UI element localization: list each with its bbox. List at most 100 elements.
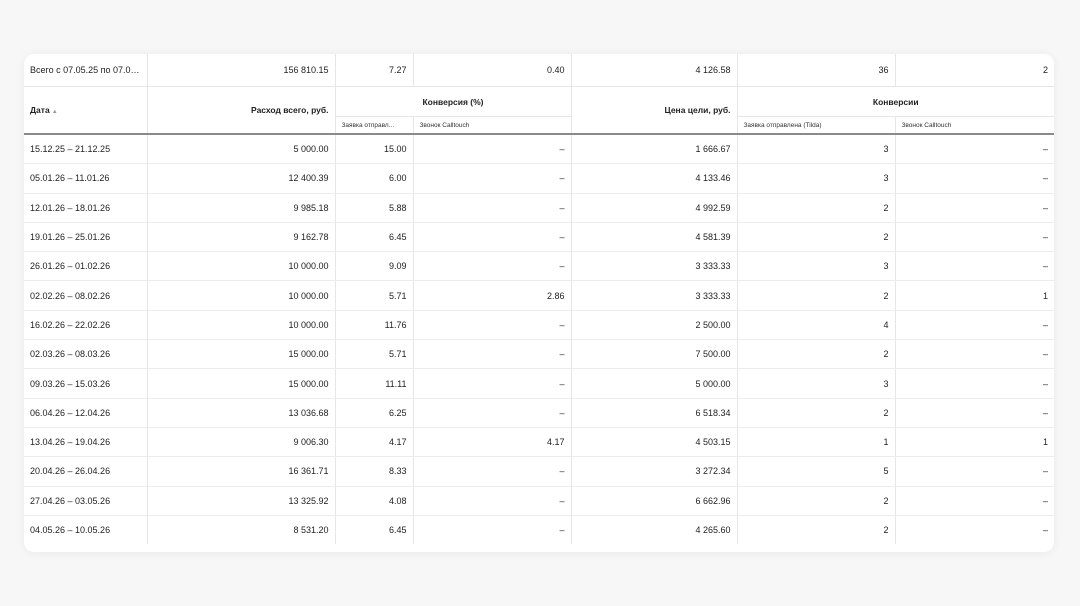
cell-conversions-call: – [894, 251, 1054, 282]
table-row[interactable]: 19.01.26 – 25.01.26 9 162.78 6.45–4 581.39… [24, 222, 1054, 253]
cell-conversions-call: – [894, 456, 1054, 487]
cell-spend: 10 000.00 [146, 251, 335, 282]
cell-goal-price: 4 133.46 [570, 163, 737, 194]
cell-conversions-form: 4 [736, 310, 895, 341]
report-table: Всего с 07.05.25 по 07.05.26 156 810.15 … [24, 54, 1054, 545]
cell-date: 06.04.26 – 12.04.26 [24, 398, 147, 428]
cell-conversions-call: – [894, 339, 1054, 370]
cell-conversion-call: – [412, 134, 571, 165]
cell-goal-price: 4 992.59 [570, 193, 737, 223]
cell-date: 16.02.26 – 22.02.26 [24, 310, 147, 341]
table-body: 15.12.25 – 21.12.25 5 000.00 15.00–1 666.6… [24, 134, 1054, 545]
cell-conversions-form: 3 [736, 251, 895, 282]
column-header-date[interactable]: Дата ▲ [24, 86, 147, 135]
cell-spend: 15 000.00 [146, 368, 335, 399]
cell-goal-price: 1 666.67 [570, 134, 737, 165]
table-row[interactable]: 26.01.26 – 01.02.26 10 000.00 9.09–3 333.3… [24, 251, 1054, 282]
cell-conversion-call: 2.86 [412, 280, 571, 311]
cell-goal-price: 3 272.34 [570, 456, 737, 487]
cell-date: 04.05.26 – 10.05.26 [30, 525, 111, 535]
cell-conversions-form: 2 [736, 486, 895, 516]
cell-conversion-form: 5.88 [334, 193, 413, 223]
table-row[interactable]: 06.04.26 – 12.04.26 13 036.68 6.25–6 518.3… [24, 398, 1054, 428]
cell-conversions-call: – [894, 310, 1054, 341]
cell-date: 26.01.26 – 01.02.26 [24, 251, 147, 282]
cell-goal-price: 3 333.33 [570, 280, 737, 311]
column-header-spend[interactable]: Расход всего, руб. [146, 86, 335, 135]
table-row[interactable]: 09.03.26 – 15.03.26 15 000.00 11.11–5 000.… [24, 368, 1054, 399]
cell-conversion-call: – [412, 163, 571, 194]
cell-conversion-call: – [412, 339, 571, 370]
cell-conversion-form: 11.11 [334, 368, 413, 399]
cell-conversions-form: 2 [736, 222, 895, 253]
cell-date: 05.01.26 – 11.01.26 [24, 163, 147, 194]
cell-conversions-call: 1 [894, 427, 1054, 458]
table-row[interactable]: 05.01.26 – 11.01.26 12 400.39 6.00–4 133.4… [24, 163, 1054, 194]
report-table-card: Всего с 07.05.25 по 07.05.26 156 810.15 … [24, 54, 1054, 552]
cell-conversion-form: 5.71 [334, 280, 413, 311]
cell-conversion-call: – [412, 515, 571, 545]
cell-conversions-form: 2 [736, 193, 895, 223]
totals-spend: 156 810.15 [146, 54, 335, 87]
subheader-conversions-form[interactable]: Заявка отправлена (Tilda) [736, 116, 895, 135]
cell-date: 19.01.26 – 25.01.26 [24, 222, 147, 253]
cell-conversion-call: – [412, 222, 571, 253]
cell-conversions-form: 2 [736, 339, 895, 370]
cell-spend: 10 000.00 [146, 280, 335, 311]
table-row[interactable]: 16.02.26 – 22.02.26 10 000.00 11.76–2 500.… [24, 310, 1054, 341]
cell-conversion-form: 9.09 [334, 251, 413, 282]
cell-date: 27.04.26 – 03.05.26 [24, 486, 147, 516]
cell-date: 12.01.26 – 18.01.26 [24, 193, 147, 223]
table-row[interactable]: 12.01.26 – 18.01.26 9 985.18 5.88 – 4 992.59… [24, 193, 1054, 223]
subheader-conversion-call[interactable]: Звонок Calltouch [412, 116, 571, 135]
cell-spend: 8 531.20 [146, 515, 335, 545]
subheader-conversion-form[interactable]: Заявка отправл... [334, 116, 413, 135]
cell-conversions-call: – [894, 515, 1054, 545]
sort-ascending-icon[interactable]: ▲ [52, 109, 58, 115]
cell-goal-price: 4 581.39 [570, 222, 737, 253]
table-row[interactable]: 27.04.26 – 03.05.26 13 325.92 4.08–6 662.9… [24, 486, 1054, 516]
cell-conversion-form: 4.17 [334, 427, 413, 458]
table-row[interactable]: 20.04.26 – 26.04.26 16 361.71 8.33–3 272.3… [24, 456, 1054, 487]
column-group-conversion-pct[interactable]: Конверсия (%) [334, 86, 571, 117]
cell-conversions-form: 3 [736, 368, 895, 399]
column-header-goal-price[interactable]: Цена цели, руб. [570, 86, 737, 135]
cell-goal-price: 5 000.00 [570, 368, 737, 399]
column-header-date-label: Дата [30, 105, 50, 115]
subheader-conversions-call[interactable]: Звонок Calltouch [894, 116, 1054, 135]
cell-conversion-form: 6.45 [334, 515, 413, 545]
cell-conversions-form: 2 [736, 398, 895, 428]
cell-goal-price: 2 500.00 [570, 310, 737, 341]
cell-spend: 16 361.71 [146, 456, 335, 487]
cell-spend: 13 325.92 [146, 486, 335, 516]
totals-label: Всего с 07.05.25 по 07.05.26 [24, 54, 147, 87]
cell-conversion-form: 4.08 [334, 486, 413, 516]
totals-conversions-call: 2 [894, 54, 1054, 87]
cell-date: 15.12.25 – 21.12.25 [24, 134, 147, 165]
cell-spend: 10 000.00 [146, 310, 335, 341]
table-row[interactable]: 02.02.26 – 08.02.26 10 000.00 5.71 2.86 3 33… [24, 280, 1054, 311]
table-row[interactable]: 15.12.25 – 21.12.25 5 000.00 15.00–1 666.6… [24, 134, 1054, 165]
table-row[interactable]: 13.04.26 – 19.04.26 9 006.30 4.17 4.17 4 503… [24, 427, 1054, 458]
cell-goal-price: 4 265.60 [570, 515, 737, 545]
cell-spend: 15 000.00 [146, 339, 335, 370]
cell-conversions-form: 5 [736, 456, 895, 487]
totals-conversion-call: 0.40 [412, 54, 571, 87]
cell-spend: 9 985.18 [146, 193, 335, 223]
column-group-conversions[interactable]: Конверсии [736, 86, 1054, 117]
cell-conversions-call: – [894, 193, 1054, 223]
cell-conversion-call: – [412, 486, 571, 516]
cell-conversion-call: – [412, 310, 571, 341]
table-row[interactable]: 02.03.26 – 08.03.26 15 000.00 5.71–7 500.0… [24, 339, 1054, 370]
totals-row: Всего с 07.05.25 по 07.05.26 156 810.15 … [24, 54, 1054, 87]
cell-conversions-form: 3 [736, 134, 895, 165]
table-row[interactable]: 04.05.26 – 10.05.26 8 531.20 6.45–4 265.60… [24, 515, 1054, 545]
cell-conversions-call: – [894, 222, 1054, 253]
cell-conversion-form: 6.45 [334, 222, 413, 253]
cell-conversion-form: 11.76 [334, 310, 413, 341]
cell-spend: 5 000.00 [146, 134, 335, 165]
cell-conversions-call: – [894, 163, 1054, 194]
cell-goal-price: 6 518.34 [570, 398, 737, 428]
cell-conversion-form: 5.71 [334, 339, 413, 370]
cell-goal-price: 6 662.96 [570, 486, 737, 516]
